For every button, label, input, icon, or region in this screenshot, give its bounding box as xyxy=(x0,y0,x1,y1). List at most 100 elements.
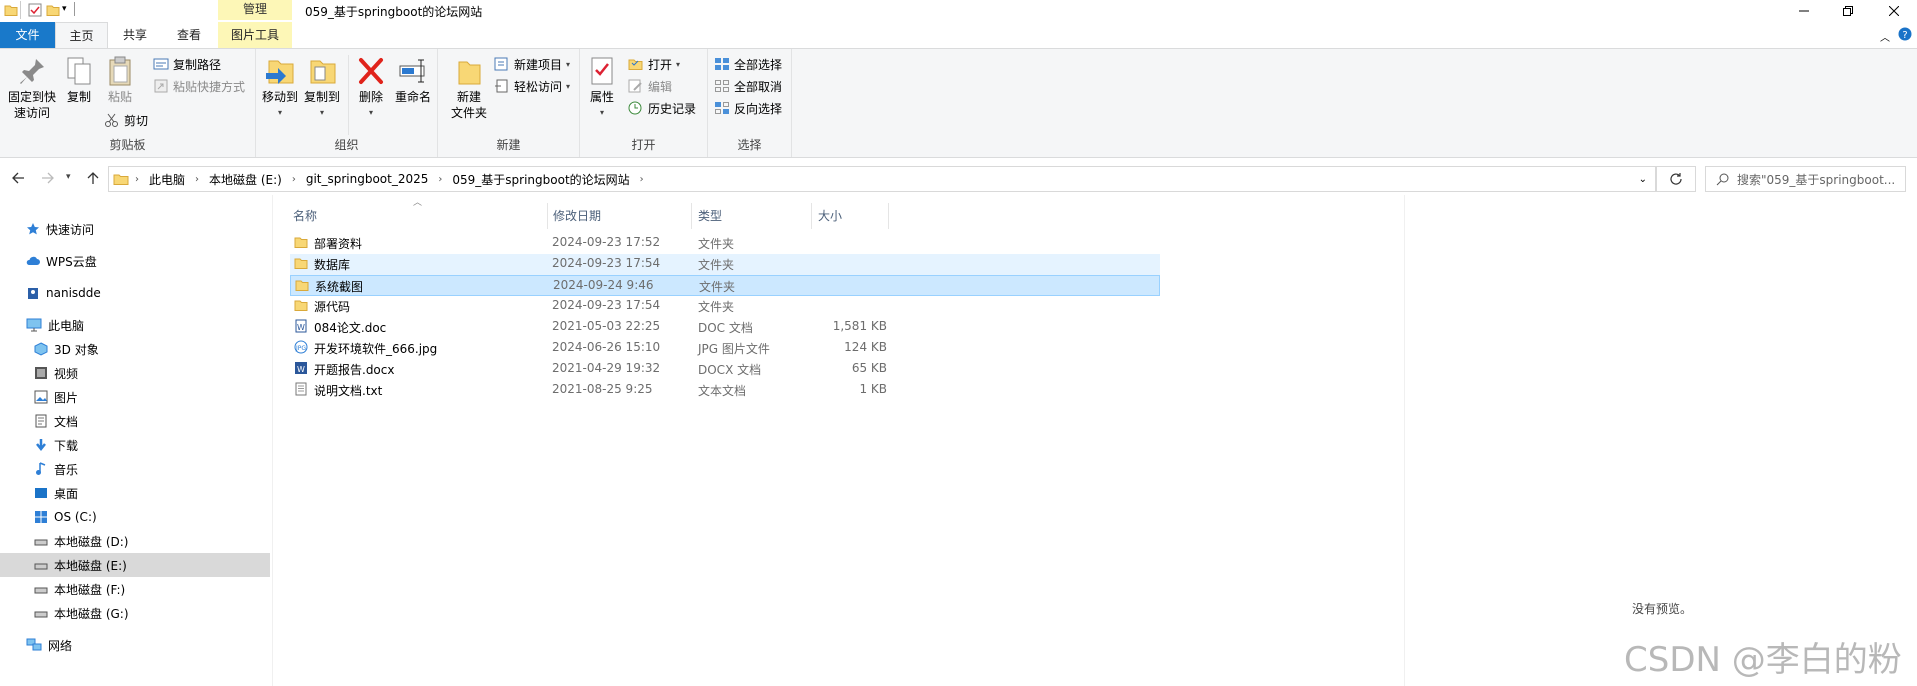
qat-customize-icon[interactable]: ▾ xyxy=(62,4,67,14)
breadcrumb-this-pc[interactable]: 此电脑 xyxy=(149,171,185,188)
invert-selection-button[interactable]: 反向选择 xyxy=(714,99,782,117)
file-row[interactable]: 源代码 2024-09-23 17:54 文件夹 xyxy=(290,296,1160,317)
column-divider[interactable] xyxy=(811,203,812,229)
open-button[interactable]: 打开 ▾ xyxy=(628,55,680,73)
column-divider[interactable] xyxy=(691,203,692,229)
image-file-icon: JPG xyxy=(294,340,308,354)
forward-button[interactable] xyxy=(41,171,55,185)
nav-drive-c[interactable]: OS (C:) xyxy=(0,505,270,529)
copy-path-button[interactable]: 复制路径 xyxy=(153,55,221,73)
nav-wps-cloud[interactable]: WPS云盘 xyxy=(0,249,270,273)
help-icon[interactable]: ? xyxy=(1898,27,1912,41)
minimize-button[interactable] xyxy=(1781,0,1827,22)
forward-arrow-icon xyxy=(42,172,54,184)
nav-this-pc[interactable]: 此电脑 xyxy=(0,313,270,337)
tab-file[interactable]: 文件 xyxy=(0,22,55,48)
file-row[interactable]: 部署资料 2024-09-23 17:52 文件夹 xyxy=(290,233,1160,254)
properties-button[interactable]: 属性 ▾ xyxy=(584,55,620,121)
rename-button[interactable]: 重命名 xyxy=(392,55,434,105)
search-input[interactable]: 搜索"059_基于springboot... xyxy=(1705,166,1906,192)
breadcrumb-drive-e[interactable]: 本地磁盘 (E:) xyxy=(209,171,282,188)
file-row[interactable]: W 084论文.doc 2021-05-03 22:25 DOC 文档 1,58… xyxy=(290,317,1160,338)
recent-locations-icon[interactable]: ▾ xyxy=(66,172,71,182)
nav-drive-g[interactable]: 本地磁盘 (G:) xyxy=(0,601,270,625)
drive-icon xyxy=(34,606,48,620)
file-row[interactable]: JPG 开发环境软件_666.jpg 2024-06-26 15:10 JPG … xyxy=(290,338,1160,359)
move-to-button[interactable]: 移动到 ▾ xyxy=(260,55,300,121)
file-name: 开发环境软件_666.jpg xyxy=(314,342,438,356)
manage-context-tab[interactable]: 管理 xyxy=(218,0,292,20)
cut-button[interactable]: 剪切 xyxy=(104,111,148,129)
chevron-right-icon[interactable]: › xyxy=(292,174,296,185)
nav-desktop[interactable]: 桌面 xyxy=(0,481,270,505)
pin-quick-access-button[interactable]: 固定到快 速访问 xyxy=(4,55,60,121)
copy-to-button[interactable]: 复制到 ▾ xyxy=(302,55,342,121)
edit-button[interactable]: 编辑 xyxy=(628,77,672,95)
file-date: 2021-05-03 22:25 xyxy=(552,319,661,333)
select-all-button[interactable]: 全部选择 xyxy=(714,55,782,73)
file-row[interactable]: 说明文档.txt 2021-08-25 9:25 文本文档 1 KB xyxy=(290,380,1160,401)
nav-documents[interactable]: 文档 xyxy=(0,409,270,433)
nav-pictures[interactable]: 图片 xyxy=(0,385,270,409)
column-header-size[interactable]: 大小 xyxy=(818,205,878,227)
tab-home[interactable]: 主页 xyxy=(55,22,108,48)
file-row[interactable]: 数据库 2024-09-23 17:54 文件夹 xyxy=(290,254,1160,275)
nav-music[interactable]: 音乐 xyxy=(0,457,270,481)
nav-drive-d[interactable]: 本地磁盘 (D:) xyxy=(0,529,270,553)
history-button[interactable]: 历史记录 xyxy=(628,99,696,117)
back-button[interactable] xyxy=(11,171,25,185)
delete-button[interactable]: 删除 ▾ xyxy=(354,55,388,121)
nav-network[interactable]: 网络 xyxy=(0,633,270,657)
address-bar[interactable]: › 此电脑 › 本地磁盘 (E:) › git_springboot_2025 … xyxy=(108,166,1656,192)
up-button[interactable] xyxy=(86,171,100,185)
nav-downloads[interactable]: 下载 xyxy=(0,433,270,457)
tab-picture-tools[interactable]: 图片工具 xyxy=(218,22,292,48)
copy-button[interactable]: 复制 xyxy=(62,55,96,105)
column-divider[interactable] xyxy=(547,203,548,229)
nav-videos[interactable]: 视频 xyxy=(0,361,270,385)
paste-shortcut-button[interactable]: 粘贴快捷方式 xyxy=(153,77,245,95)
folder-icon xyxy=(113,172,129,186)
new-folder-qat-icon[interactable] xyxy=(46,3,60,17)
divider xyxy=(74,2,75,16)
collapse-ribbon-icon[interactable]: ︿ xyxy=(1880,29,1890,44)
window-title: 059_基于springboot的论坛网站 xyxy=(305,5,483,19)
chevron-right-icon[interactable]: › xyxy=(640,174,644,185)
column-header-date[interactable]: 修改日期 xyxy=(553,205,688,227)
file-row[interactable]: W 开题报告.docx 2021-04-29 19:32 DOCX 文档 65 … xyxy=(290,359,1160,380)
paste-shortcut-label: 粘贴快捷方式 xyxy=(173,79,246,94)
breadcrumb-current-folder[interactable]: 059_基于springboot的论坛网站 xyxy=(452,171,629,188)
file-size: 1 KB xyxy=(859,382,887,396)
paste-button[interactable]: 粘贴 xyxy=(102,55,138,105)
nav-drive-e[interactable]: 本地磁盘 (E:) xyxy=(0,553,270,577)
nav-3d-objects[interactable]: 3D 对象 xyxy=(0,337,270,361)
chevron-right-icon[interactable]: › xyxy=(438,174,442,185)
select-none-button[interactable]: 全部取消 xyxy=(714,77,782,95)
nav-drive-f[interactable]: 本地磁盘 (F:) xyxy=(0,577,270,601)
properties-qat-icon[interactable] xyxy=(28,3,42,17)
easy-access-button[interactable]: 轻松访问 ▾ xyxy=(494,77,570,95)
restore-button[interactable] xyxy=(1825,0,1871,22)
new-folder-button[interactable]: 新建 文件夹 xyxy=(448,55,490,121)
picture-icon xyxy=(34,390,48,404)
close-button[interactable] xyxy=(1871,0,1917,22)
column-divider[interactable] xyxy=(888,203,889,229)
network-icon xyxy=(26,638,42,652)
new-folder-icon xyxy=(458,61,481,85)
breadcrumb-git-springboot[interactable]: git_springboot_2025 xyxy=(306,172,429,186)
nav-quick-access[interactable]: 快速访问 xyxy=(0,217,270,241)
file-row-selected[interactable]: 系统截图 2024-09-24 9:46 文件夹 xyxy=(290,275,1160,296)
copy-label: 复制 xyxy=(66,90,91,104)
nav-user-folder[interactable]: nanisdde xyxy=(0,281,270,305)
open-folder-icon xyxy=(628,59,643,70)
new-item-button[interactable]: 新建项目 ▾ xyxy=(494,55,570,73)
address-history-dropdown-icon[interactable]: ⌄ xyxy=(1639,174,1647,185)
drive-icon xyxy=(34,558,48,572)
refresh-button[interactable] xyxy=(1656,166,1696,192)
nav-label: 音乐 xyxy=(54,462,79,477)
column-header-type[interactable]: 类型 xyxy=(698,205,788,227)
column-header-name[interactable]: 名称 xyxy=(293,205,518,227)
tab-view[interactable]: 查看 xyxy=(162,22,216,48)
tab-share[interactable]: 共享 xyxy=(108,22,162,48)
chevron-right-icon[interactable]: › xyxy=(195,174,199,185)
